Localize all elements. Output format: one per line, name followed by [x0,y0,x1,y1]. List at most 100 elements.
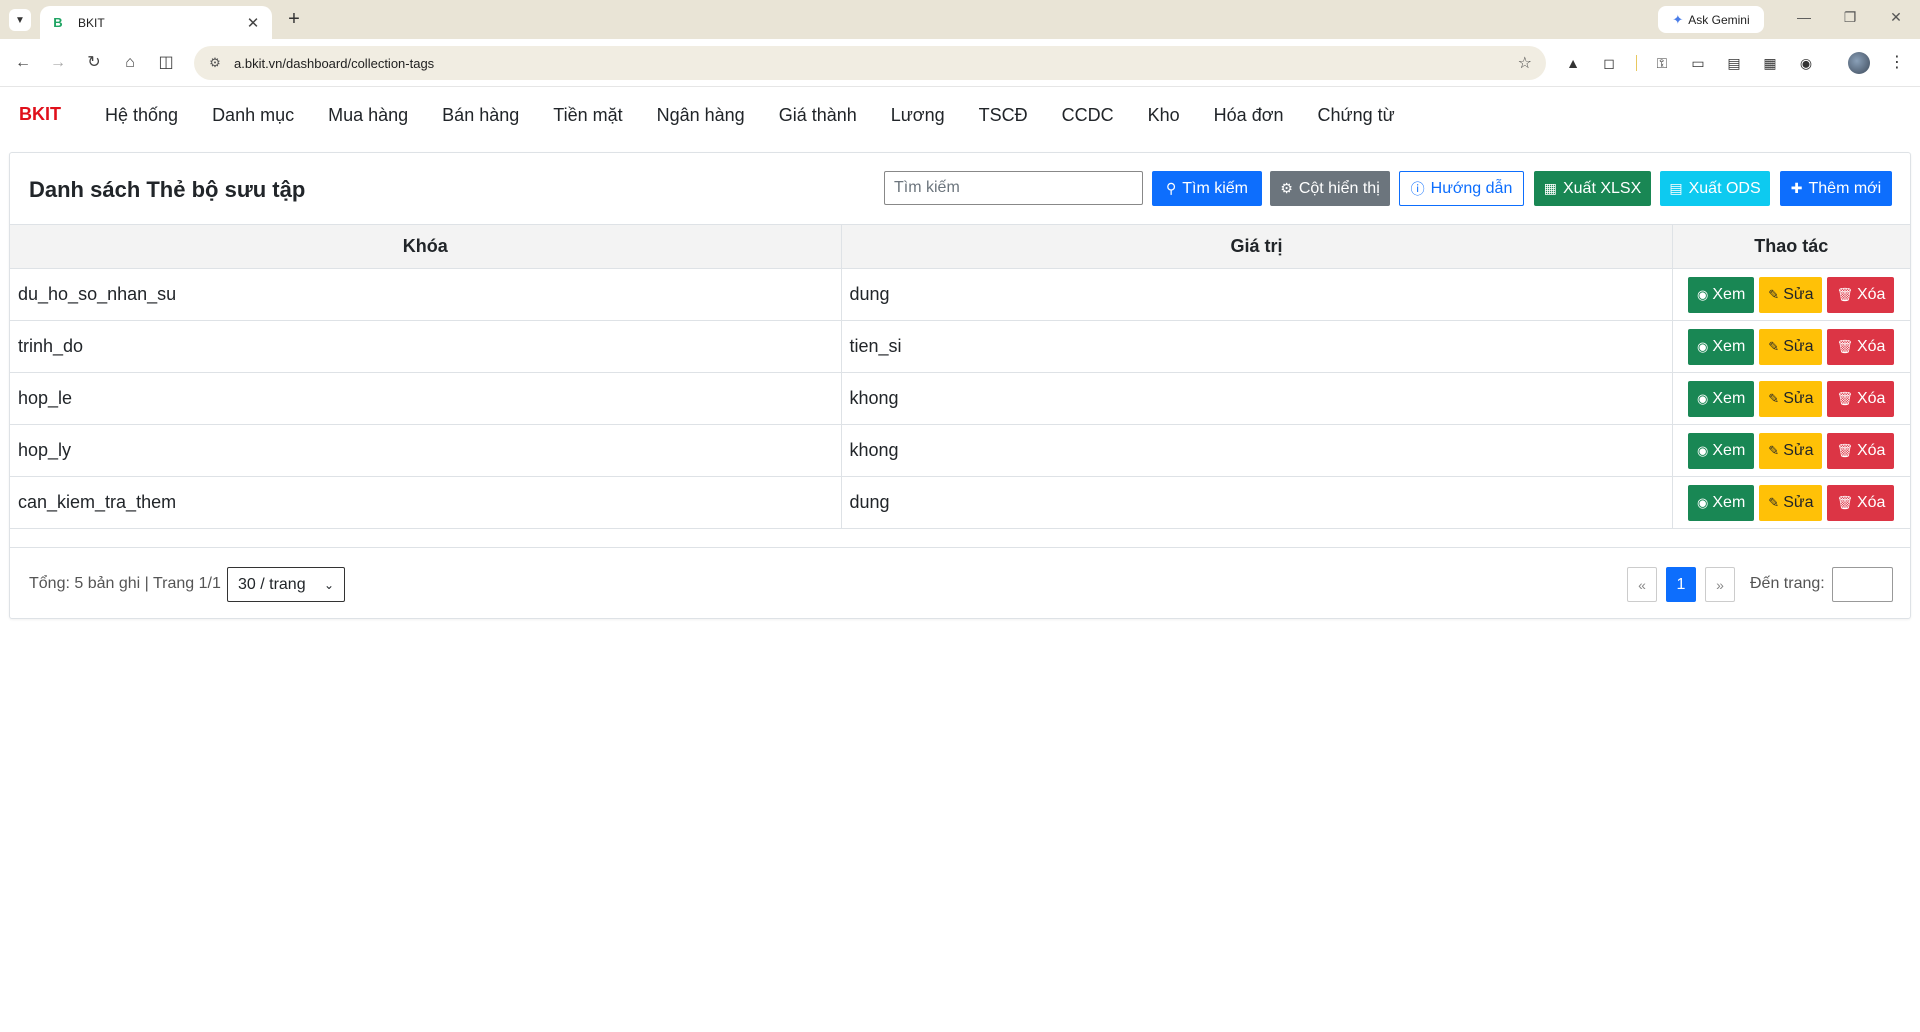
tab-groups-icon[interactable]: ▦ [1758,51,1782,75]
menu-item-9[interactable]: TSCĐ [962,105,1045,126]
edit-label: Sửa [1783,389,1814,407]
delete-label: Xóa [1856,493,1886,511]
cell-key: du_ho_so_nhan_su [10,268,842,321]
plus-icon: ✚ [1790,180,1803,196]
profile-avatar[interactable] [1848,52,1870,74]
menu-item-10[interactable]: CCDC [1045,105,1131,126]
view-button[interactable]: ◉ Xem [1688,432,1755,469]
delete-button[interactable]: 🗑 Xóa [1827,484,1895,521]
cell-value: khong [840,372,1673,425]
cell-value: dung [840,268,1673,321]
menu-item-12[interactable]: Hóa đơn [1197,105,1301,126]
extensions-puzzle-icon[interactable]: ◻ [1597,51,1621,75]
cell-actions: ◉ Xem ✎ Sửa 🗑 Xóa [1671,320,1910,373]
cell-key: can_kiem_tra_them [10,476,842,529]
window-close-icon[interactable]: ✕ [1886,9,1906,26]
app-navbar: BKIT Hệ thống Danh mục Mua hàng Bán hàng Tiề… [0,88,1920,142]
restore-icon[interactable]: ❐ [1840,9,1860,26]
export-ods-button[interactable]: ▤ Xuất ODS [1660,171,1770,206]
column-header-key[interactable]: Khóa [10,224,842,269]
export-ods-label: Xuất ODS [1688,179,1761,197]
delete-button[interactable]: 🗑 Xóa [1827,380,1895,417]
menu-item-8[interactable]: Lương [874,105,962,126]
export-xlsx-button[interactable]: ▦ Xuất XLSX [1534,171,1651,206]
menu-item-7[interactable]: Giá thành [762,105,874,126]
add-new-button[interactable]: ✚ Thêm mới [1780,171,1892,206]
reading-mode-icon[interactable]: ◫ [154,51,178,75]
record-summary: Tổng: 5 bản ghi | Trang 1/1 [29,575,221,592]
menu-item-2[interactable]: Danh mục [195,105,311,126]
bookmark-star-icon[interactable]: ☆ [1518,53,1532,73]
pencil-icon: ✎ [1768,390,1780,406]
view-button[interactable]: ◉ Xem [1688,328,1755,365]
minimize-icon[interactable]: — [1794,9,1814,25]
next-page-button[interactable]: » [1705,567,1735,602]
password-key-icon[interactable]: ⚿ [1650,51,1674,75]
pencil-icon: ✎ [1768,338,1780,354]
delete-label: Xóa [1856,337,1886,355]
browser-menu-icon[interactable]: ⋮ [1885,51,1909,75]
delete-button[interactable]: 🗑 Xóa [1827,328,1895,365]
address-bar[interactable]: ⚙ a.bkit.vn/dashboard/collection-tags ☆ [194,46,1546,80]
menu-item-1[interactable]: Hệ thống [88,105,195,126]
page-1-button[interactable]: 1 [1666,567,1696,602]
new-tab-icon[interactable]: + [282,8,306,32]
menu-item-6[interactable]: Ngân hàng [640,105,762,126]
delete-button[interactable]: 🗑 Xóa [1827,276,1895,313]
view-button[interactable]: ◉ Xem [1688,484,1755,521]
trash-icon: 🗑 [1836,286,1853,302]
home-icon[interactable]: ⌂ [118,51,142,75]
prev-page-button[interactable]: « [1627,567,1657,602]
view-button[interactable]: ◉ Xem [1688,276,1755,313]
drive-extension-icon[interactable]: ▲ [1561,51,1585,75]
edit-button[interactable]: ✎ Sửa [1759,276,1823,313]
search-icon: ⚲ [1165,180,1177,196]
edit-label: Sửa [1783,493,1814,511]
menu-item-3[interactable]: Mua hàng [311,105,425,126]
payment-card-icon[interactable]: ▭ [1686,51,1710,75]
pencil-icon: ✎ [1768,494,1780,510]
brand-logo[interactable]: BKIT [19,104,61,125]
ask-gemini-button[interactable]: ✦ Ask Gemini [1658,6,1764,33]
delete-button[interactable]: 🗑 Xóa [1827,432,1895,469]
table-row: hop_le khong ◉ Xem ✎ Sửa 🗑 Xóa [10,372,1910,425]
search-button[interactable]: ⚲ Tìm kiếm [1152,171,1262,206]
reload-icon[interactable]: ↻ [82,51,106,75]
forward-icon[interactable]: → [46,51,70,75]
goto-page-input[interactable] [1832,567,1893,602]
trash-icon: 🗑 [1836,390,1853,406]
menu-item-5[interactable]: Tiền mặt [536,105,639,126]
cell-actions: ◉ Xem ✎ Sửa 🗑 Xóa [1671,476,1910,529]
columns-button-label: Cột hiển thị [1298,179,1380,197]
table-row: can_kiem_tra_them dung ◉ Xem ✎ Sửa 🗑 Xóa [10,476,1910,529]
edit-button[interactable]: ✎ Sửa [1759,432,1823,469]
reading-list-icon[interactable]: ▤ [1722,51,1746,75]
site-info-icon[interactable]: ⚙ [206,55,224,71]
menu-item-4[interactable]: Bán hàng [425,105,536,126]
view-button[interactable]: ◉ Xem [1688,380,1755,417]
eye-icon: ◉ [1697,494,1709,510]
column-header-value[interactable]: Giá trị [840,224,1673,269]
edit-button[interactable]: ✎ Sửa [1759,380,1823,417]
chevron-down-icon: ⌄ [323,577,334,592]
tab-close-icon[interactable]: ✕ [244,14,262,32]
menu-item-11[interactable]: Kho [1131,105,1197,126]
browser-tab[interactable]: B BKIT ✕ [40,6,272,39]
search-input[interactable] [884,171,1143,205]
edit-button[interactable]: ✎ Sửa [1759,328,1823,365]
trash-icon: 🗑 [1836,442,1853,458]
menu-item-13[interactable]: Chứng từ [1301,105,1412,126]
cell-actions: ◉ Xem ✎ Sửa 🗑 Xóa [1671,424,1910,477]
trash-icon: 🗑 [1836,338,1853,354]
collection-tags-table: Khóa Giá trị Thao tác du_ho_so_nhan_su du… [10,224,1910,529]
columns-button[interactable]: ⚙ Cột hiển thị [1270,171,1390,206]
page-size-select[interactable]: 30 / trang ⌄ [227,567,345,602]
guide-button[interactable]: ⓘ Hướng dẫn [1399,171,1524,206]
back-icon[interactable]: ← [11,51,35,75]
search-button-label: Tìm kiếm [1182,179,1249,197]
incognito-icon[interactable]: ◉ [1794,51,1818,75]
url-text[interactable]: a.bkit.vn/dashboard/collection-tags [234,56,1518,71]
tab-list-chevron-icon[interactable]: ▼ [9,9,31,31]
page-title: Danh sách Thẻ bộ sưu tập [29,177,306,202]
edit-button[interactable]: ✎ Sửa [1759,484,1823,521]
